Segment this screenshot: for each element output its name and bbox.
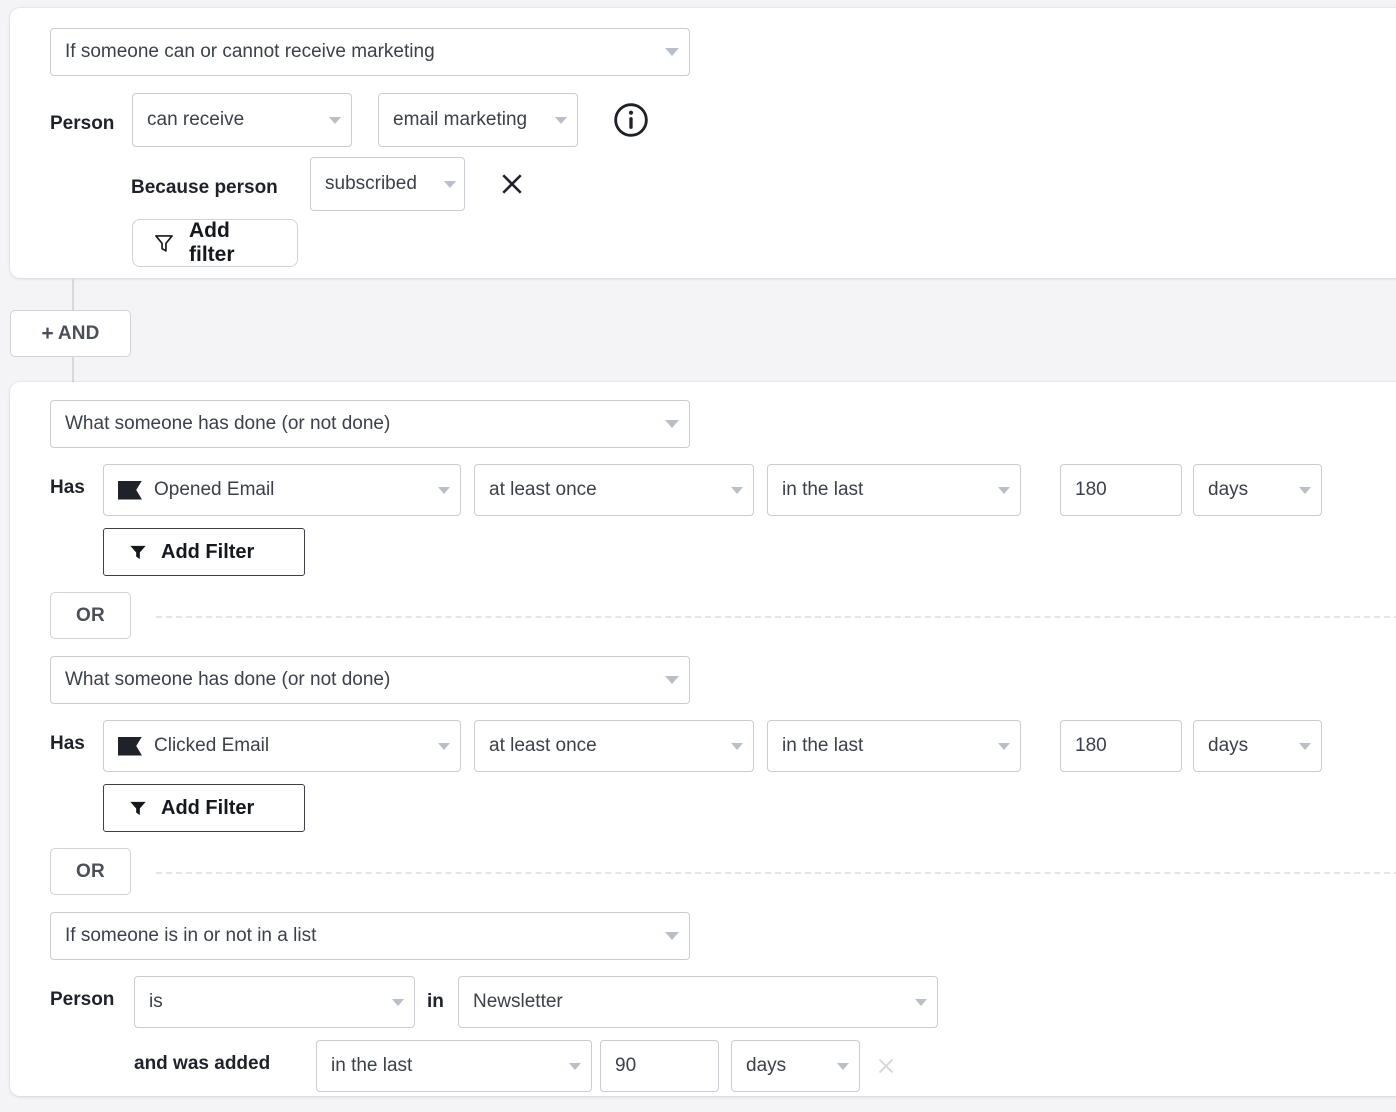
chevron-down-icon [1299,743,1311,750]
channel-value: email marketing [393,109,547,131]
because-person-label: Because person [131,176,278,200]
added-timeframe-value: in the last [331,1055,561,1077]
chevron-down-icon [731,743,743,750]
condition-type-select-opened[interactable]: What someone has done (or not done) [50,400,690,448]
condition-type-value: What someone has done (or not done) [65,669,657,691]
chevron-down-icon [569,1063,581,1070]
chevron-down-icon [329,117,341,124]
add-filter-label: Add filter [189,219,277,267]
add-and-group-button[interactable]: + AND [10,310,131,357]
chevron-down-icon [665,420,679,428]
person-label: Person [50,988,114,1012]
plus-icon: + [41,323,53,344]
timeframe-select-opened[interactable]: in the last [767,464,1021,516]
receive-status-select[interactable]: can receive [132,93,352,147]
add-filter-button-clicked[interactable]: Add Filter [103,784,305,832]
receive-status-value: can receive [147,109,321,131]
chevron-down-icon [392,999,404,1006]
or-separator-button-1[interactable]: OR [50,592,131,639]
added-amount-value: 90 [615,1055,704,1077]
metric-value: Clicked Email [154,735,430,757]
added-timeframe-select[interactable]: in the last [316,1040,592,1092]
has-label: Has [50,732,85,756]
timeframe-value: in the last [782,735,990,757]
or-separator-button-2[interactable]: OR [50,848,131,895]
connector-line-top [72,278,74,312]
chevron-down-icon [555,117,567,124]
amount-input-opened[interactable]: 180 [1060,464,1182,516]
chevron-down-icon [665,48,679,56]
channel-select[interactable]: email marketing [378,93,578,147]
added-unit-value: days [746,1055,829,1077]
unit-value: days [1208,479,1291,501]
condition-type-value: If someone can or cannot receive marketi… [65,41,657,63]
condition-type-select-clicked[interactable]: What someone has done (or not done) [50,656,690,704]
frequency-value: at least once [489,735,723,757]
membership-select[interactable]: is [134,976,415,1028]
chevron-down-icon [915,999,927,1006]
chevron-down-icon [998,487,1010,494]
remove-added-condition-button[interactable] [871,1051,901,1081]
has-label: Has [50,476,85,500]
timeframe-select-clicked[interactable]: in the last [767,720,1021,772]
in-label: in [427,990,444,1014]
chevron-down-icon [438,743,450,750]
condition-type-select-marketing[interactable]: If someone can or cannot receive marketi… [50,28,690,76]
chevron-down-icon [438,487,450,494]
unit-select-clicked[interactable]: days [1193,720,1322,772]
added-amount-input[interactable]: 90 [600,1040,719,1092]
because-reason-select[interactable]: subscribed [310,157,465,211]
because-reason-value: subscribed [325,173,436,195]
list-value: Newsletter [473,991,907,1013]
info-circle-icon[interactable] [611,100,651,140]
metric-select-clicked[interactable]: Clicked Email [103,720,461,772]
chevron-down-icon [731,487,743,494]
remove-because-condition-button[interactable] [492,164,532,204]
flag-icon [118,737,142,756]
amount-value: 180 [1075,735,1167,757]
chevron-down-icon [665,932,679,940]
or-dashed-rule-1 [156,616,1396,618]
person-label: Person [50,112,114,136]
add-filter-label: Add Filter [161,541,254,564]
amount-input-clicked[interactable]: 180 [1060,720,1182,772]
frequency-select-opened[interactable]: at least once [474,464,754,516]
funnel-filled-icon [128,798,148,818]
timeframe-value: in the last [782,479,990,501]
and-label: AND [58,323,100,345]
metric-select-opened[interactable]: Opened Email [103,464,461,516]
condition-card-group: What someone has done (or not done) Has … [10,382,1396,1096]
flag-icon [118,481,142,500]
or-dashed-rule-2 [156,872,1396,874]
or-label: OR [76,861,105,883]
frequency-value: at least once [489,479,723,501]
chevron-down-icon [837,1063,849,1070]
segment-builder-canvas: If someone can or cannot receive marketi… [0,0,1396,1112]
funnel-outline-icon [153,231,175,255]
or-label: OR [76,605,105,627]
funnel-filled-icon [128,542,148,562]
membership-value: is [149,991,384,1013]
unit-value: days [1208,735,1291,757]
metric-value: Opened Email [154,479,430,501]
connector-line-bottom [72,356,74,384]
chevron-down-icon [1299,487,1311,494]
add-filter-label: Add Filter [161,797,254,820]
added-unit-select[interactable]: days [731,1040,860,1092]
add-filter-button-marketing[interactable]: Add filter [132,219,298,267]
and-was-added-label: and was added [134,1052,270,1076]
chevron-down-icon [998,743,1010,750]
frequency-select-clicked[interactable]: at least once [474,720,754,772]
condition-type-value: If someone is in or not in a list [65,925,657,947]
chevron-down-icon [665,676,679,684]
list-select[interactable]: Newsletter [458,976,938,1028]
unit-select-opened[interactable]: days [1193,464,1322,516]
condition-type-value: What someone has done (or not done) [65,413,657,435]
condition-card-marketing: If someone can or cannot receive marketi… [10,8,1396,278]
amount-value: 180 [1075,479,1167,501]
chevron-down-icon [444,181,456,188]
condition-type-select-list[interactable]: If someone is in or not in a list [50,912,690,960]
add-filter-button-opened[interactable]: Add Filter [103,528,305,576]
